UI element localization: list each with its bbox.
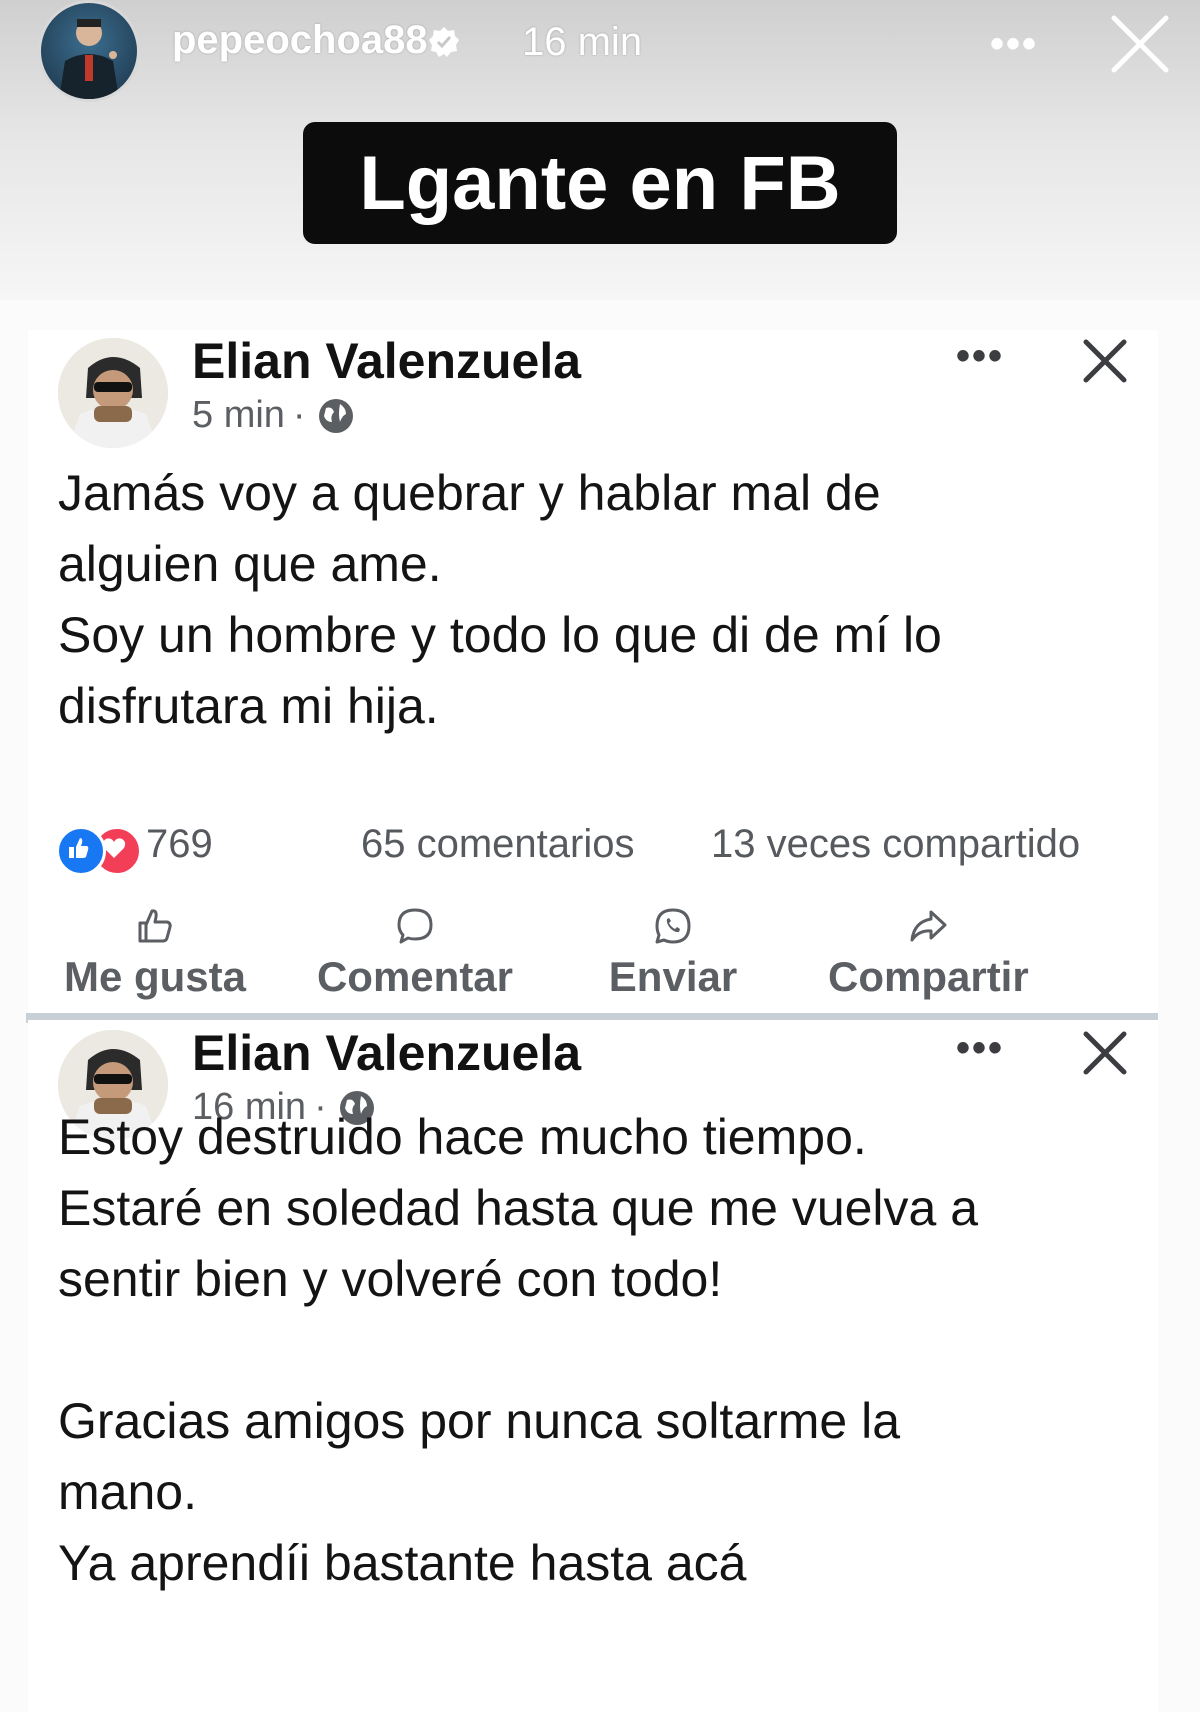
- post-line: disfrutara mi hija.: [58, 678, 439, 734]
- avatar-person-icon: [59, 19, 119, 99]
- close-icon[interactable]: [1108, 12, 1172, 76]
- post-line: Jamás voy a quebrar y hablar mal de: [58, 465, 881, 521]
- story-caption: Lgante en FB: [359, 140, 841, 226]
- post-line: Ya aprendíi bastante hasta acá: [58, 1535, 747, 1591]
- post-line: alguien que ame.: [58, 536, 442, 592]
- post-time[interactable]: 5 min: [192, 394, 285, 437]
- post-stats: 769 65 comentarios 13 veces compartido: [56, 818, 1156, 878]
- post-line: sentir bien y volveré con todo!: [58, 1251, 723, 1307]
- like-reaction-icon: [56, 826, 106, 876]
- story-time: 16 min: [522, 20, 643, 64]
- post-meta: 5 min ·: [192, 394, 356, 437]
- avatar[interactable]: [58, 338, 168, 448]
- facebook-post-2: Elian Valenzuela 16 min · ••• Estoy dest…: [28, 1020, 1158, 1712]
- like-label: Me gusta: [63, 953, 247, 1000]
- globe-icon: [318, 398, 353, 433]
- avatar-person-icon: [58, 338, 168, 448]
- story-more-button[interactable]: •••: [990, 22, 1038, 67]
- story-header: pepeochoa88 16 min ••• Lgante en FB: [0, 0, 1200, 300]
- send-label: Enviar: [608, 953, 738, 1000]
- post-line: mano.: [58, 1464, 197, 1520]
- comment-bubble-icon: [397, 908, 433, 944]
- meta-separator: ·: [292, 394, 306, 436]
- post-more-button[interactable]: •••: [956, 334, 1004, 379]
- verified-badge-icon: [429, 27, 459, 57]
- post-line: Gracias amigos por nunca soltarme la: [58, 1393, 901, 1449]
- post-line: Estaré en soledad hasta que me vuelva a: [58, 1180, 979, 1236]
- reaction-count[interactable]: 769: [146, 822, 213, 867]
- post-more-button[interactable]: •••: [956, 1026, 1004, 1071]
- facebook-post-1: Elian Valenzuela 5 min · ••• Jamás voy a…: [28, 330, 1158, 1020]
- post-line: Soy un hombre y todo lo que di de mí lo: [58, 607, 942, 663]
- post-author[interactable]: Elian Valenzuela: [192, 1024, 581, 1082]
- share-label: Compartir: [828, 953, 1029, 1000]
- thumbs-up-icon: [138, 909, 172, 943]
- post-line: Estoy destruido hace mucho tiempo.: [58, 1109, 867, 1165]
- comments-count[interactable]: 65 comentarios: [361, 822, 634, 867]
- send-button[interactable]: Enviar: [568, 905, 778, 1015]
- like-button[interactable]: Me gusta: [50, 905, 260, 1015]
- close-icon[interactable]: [1078, 334, 1132, 388]
- shares-count[interactable]: 13 veces compartido: [711, 822, 1080, 867]
- post-author[interactable]: Elian Valenzuela: [192, 332, 581, 390]
- post-body: Estoy destruido hace mucho tiempo. Estar…: [58, 1102, 1138, 1599]
- share-arrow-icon: [910, 910, 947, 942]
- comment-label: Comentar: [316, 953, 514, 1000]
- story-caption-box: Lgante en FB: [303, 122, 897, 244]
- close-icon[interactable]: [1078, 1026, 1132, 1080]
- post-body: Jamás voy a quebrar y hablar mal de algu…: [58, 458, 1138, 742]
- comment-button[interactable]: Comentar: [310, 905, 520, 1015]
- whatsapp-icon: [655, 908, 691, 944]
- share-button[interactable]: Compartir: [828, 905, 1029, 1015]
- story-avatar[interactable]: [38, 0, 140, 102]
- post-actions: Me gusta Comentar Enviar Compartir: [28, 905, 1158, 1015]
- story-username[interactable]: pepeochoa88: [172, 18, 428, 63]
